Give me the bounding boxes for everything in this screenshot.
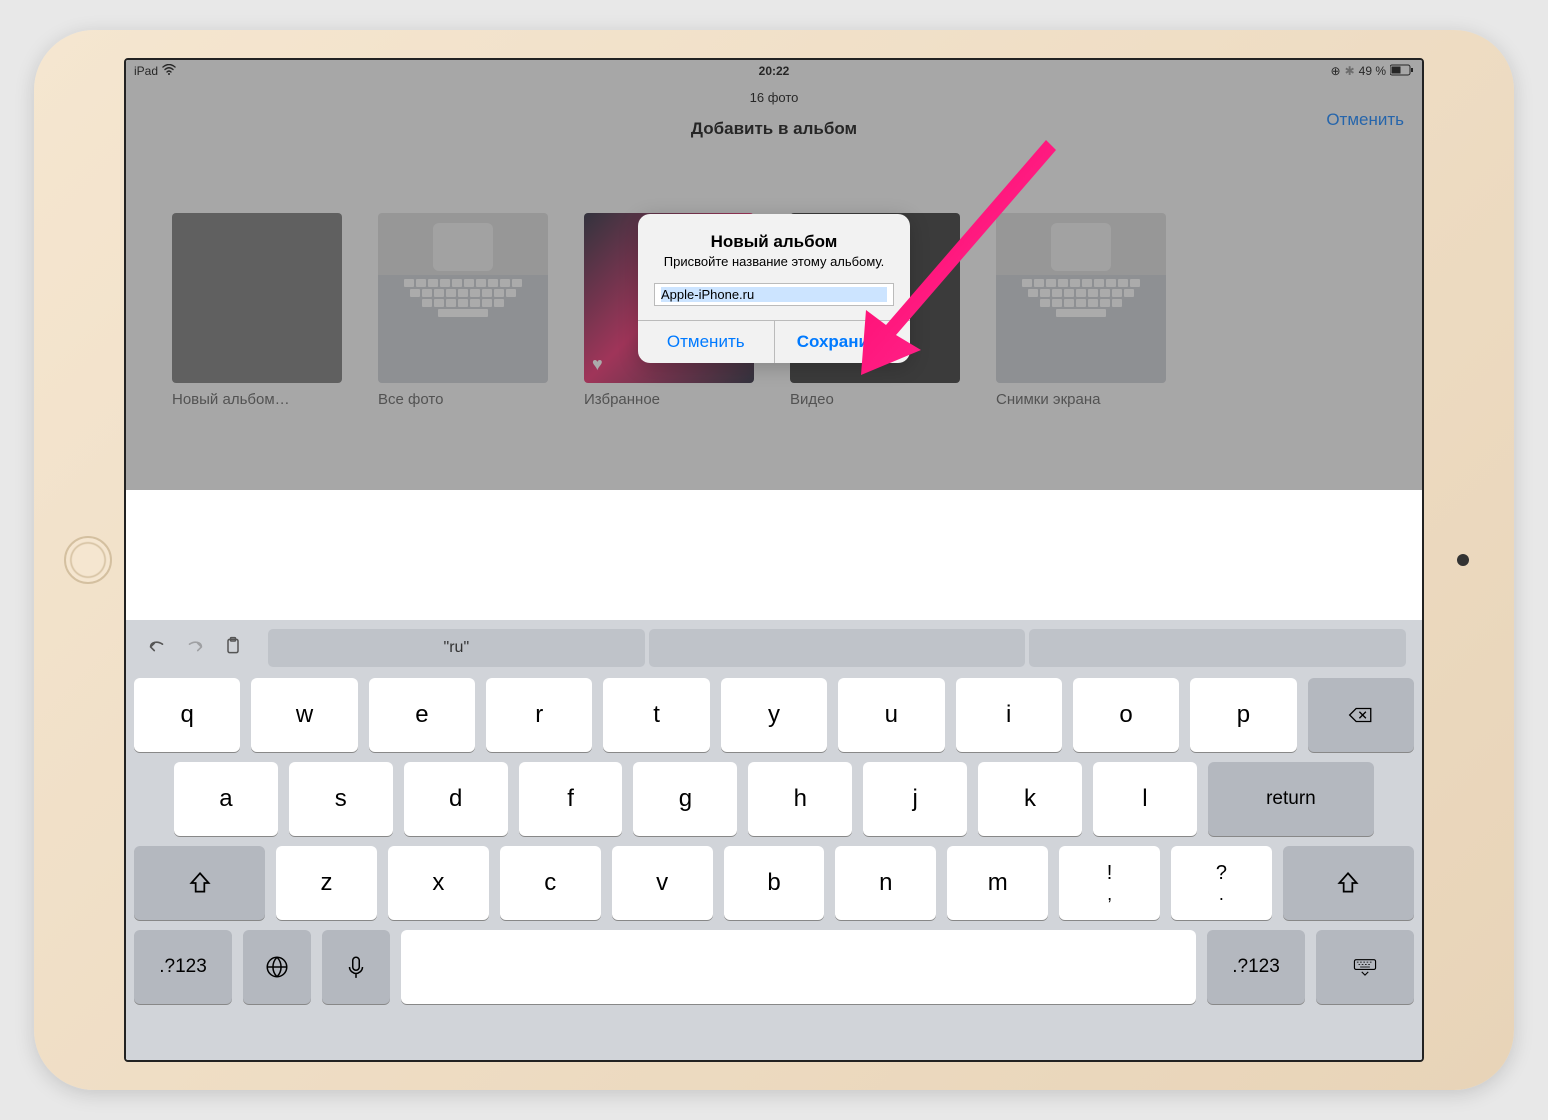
- keyboard-row-3: z x c v b n m !, ?.: [134, 846, 1414, 920]
- clock: 20:22: [759, 64, 790, 78]
- album-label: Видео: [790, 391, 960, 408]
- album-thumb: [996, 213, 1166, 383]
- album-label: Снимки экрана: [996, 391, 1166, 408]
- key-numbers-right[interactable]: .?123: [1207, 930, 1305, 1004]
- alert-title: Новый альбом: [654, 232, 894, 252]
- key-numbers-left[interactable]: .?123: [134, 930, 232, 1004]
- key-g[interactable]: g: [633, 762, 737, 836]
- key-u[interactable]: u: [838, 678, 944, 752]
- key-e[interactable]: e: [369, 678, 475, 752]
- key-x[interactable]: x: [388, 846, 489, 920]
- key-c[interactable]: c: [500, 846, 601, 920]
- redo-icon[interactable]: [180, 635, 210, 662]
- album-thumb: [378, 213, 548, 383]
- keyboard-toolbar: "ru": [134, 628, 1414, 668]
- key-r[interactable]: r: [486, 678, 592, 752]
- key-j[interactable]: j: [863, 762, 967, 836]
- keyboard-suggestion[interactable]: "ru": [268, 629, 645, 667]
- key-exclaim-comma[interactable]: !,: [1059, 846, 1160, 920]
- key-p[interactable]: p: [1190, 678, 1296, 752]
- album-new[interactable]: Новый альбом…: [172, 213, 342, 408]
- alert-save-button[interactable]: Сохранить: [775, 321, 911, 363]
- key-q[interactable]: q: [134, 678, 240, 752]
- key-z[interactable]: z: [276, 846, 377, 920]
- key-l[interactable]: l: [1093, 762, 1197, 836]
- key-backspace[interactable]: [1308, 678, 1414, 752]
- key-k[interactable]: k: [978, 762, 1082, 836]
- clipboard-icon[interactable]: [218, 636, 248, 661]
- key-v[interactable]: v: [612, 846, 713, 920]
- key-s[interactable]: s: [289, 762, 393, 836]
- keyboard-row-4: .?123 .?123: [134, 930, 1414, 1004]
- key-w[interactable]: w: [251, 678, 357, 752]
- key-globe[interactable]: [243, 930, 311, 1004]
- orientation-lock-icon: ⊕: [1331, 64, 1341, 78]
- album-label: Все фото: [378, 391, 548, 408]
- key-y[interactable]: y: [721, 678, 827, 752]
- album-label: Избранное: [584, 391, 754, 408]
- key-a[interactable]: a: [174, 762, 278, 836]
- key-b[interactable]: b: [724, 846, 825, 920]
- key-return[interactable]: return: [1208, 762, 1374, 836]
- keyboard-row-1: q w e r t y u i o p: [134, 678, 1414, 752]
- status-bar: iPad 20:22 ⊕ ✱ 49 %: [126, 60, 1422, 82]
- key-n[interactable]: n: [835, 846, 936, 920]
- key-shift-right[interactable]: [1283, 846, 1414, 920]
- key-hide-keyboard[interactable]: [1316, 930, 1414, 1004]
- keyboard-row-2: a s d f g h j k l return: [134, 762, 1414, 836]
- key-m[interactable]: m: [947, 846, 1048, 920]
- photo-count: 16 фото: [126, 90, 1422, 105]
- heart-icon: ♥: [592, 354, 603, 375]
- key-dictation[interactable]: [322, 930, 390, 1004]
- undo-icon[interactable]: [142, 635, 172, 662]
- album-all-photos[interactable]: Все фото: [378, 213, 548, 408]
- page-header: 16 фото Добавить в альбом Отменить: [126, 82, 1422, 143]
- cancel-button[interactable]: Отменить: [1326, 110, 1404, 130]
- key-d[interactable]: d: [404, 762, 508, 836]
- device-label: iPad: [134, 64, 158, 78]
- wifi-icon: [162, 64, 176, 79]
- keyboard-suggestion-empty[interactable]: [649, 629, 1026, 667]
- key-space[interactable]: [401, 930, 1196, 1004]
- album-label: Новый альбом…: [172, 391, 342, 408]
- screen: iPad 20:22 ⊕ ✱ 49 % 16 фото Добавит: [124, 58, 1424, 1062]
- page-title: Добавить в альбом: [126, 119, 1422, 139]
- album-name-input[interactable]: [661, 287, 887, 302]
- album-thumb: [172, 213, 342, 383]
- battery-percent: 49 %: [1359, 64, 1386, 78]
- key-t[interactable]: t: [603, 678, 709, 752]
- on-screen-keyboard: "ru" q w e r t y u i o p: [126, 620, 1422, 1060]
- key-f[interactable]: f: [519, 762, 623, 836]
- new-album-alert: Новый альбом Присвойте название этому ал…: [638, 214, 910, 363]
- key-o[interactable]: o: [1073, 678, 1179, 752]
- home-button[interactable]: [64, 536, 112, 584]
- album-screenshots[interactable]: Снимки экрана: [996, 213, 1166, 408]
- key-i[interactable]: i: [956, 678, 1062, 752]
- key-shift-left[interactable]: [134, 846, 265, 920]
- alert-cancel-button[interactable]: Отменить: [638, 321, 775, 363]
- front-camera: [1457, 554, 1469, 566]
- key-question-period[interactable]: ?.: [1171, 846, 1272, 920]
- ipad-device-frame: iPad 20:22 ⊕ ✱ 49 % 16 фото Добавит: [34, 30, 1514, 1090]
- keyboard-suggestion-empty[interactable]: [1029, 629, 1406, 667]
- key-h[interactable]: h: [748, 762, 852, 836]
- battery-icon: [1390, 64, 1414, 79]
- alert-message: Присвойте название этому альбому.: [654, 254, 894, 269]
- bluetooth-icon: ✱: [1345, 64, 1355, 78]
- alert-input-wrapper: [654, 283, 894, 306]
